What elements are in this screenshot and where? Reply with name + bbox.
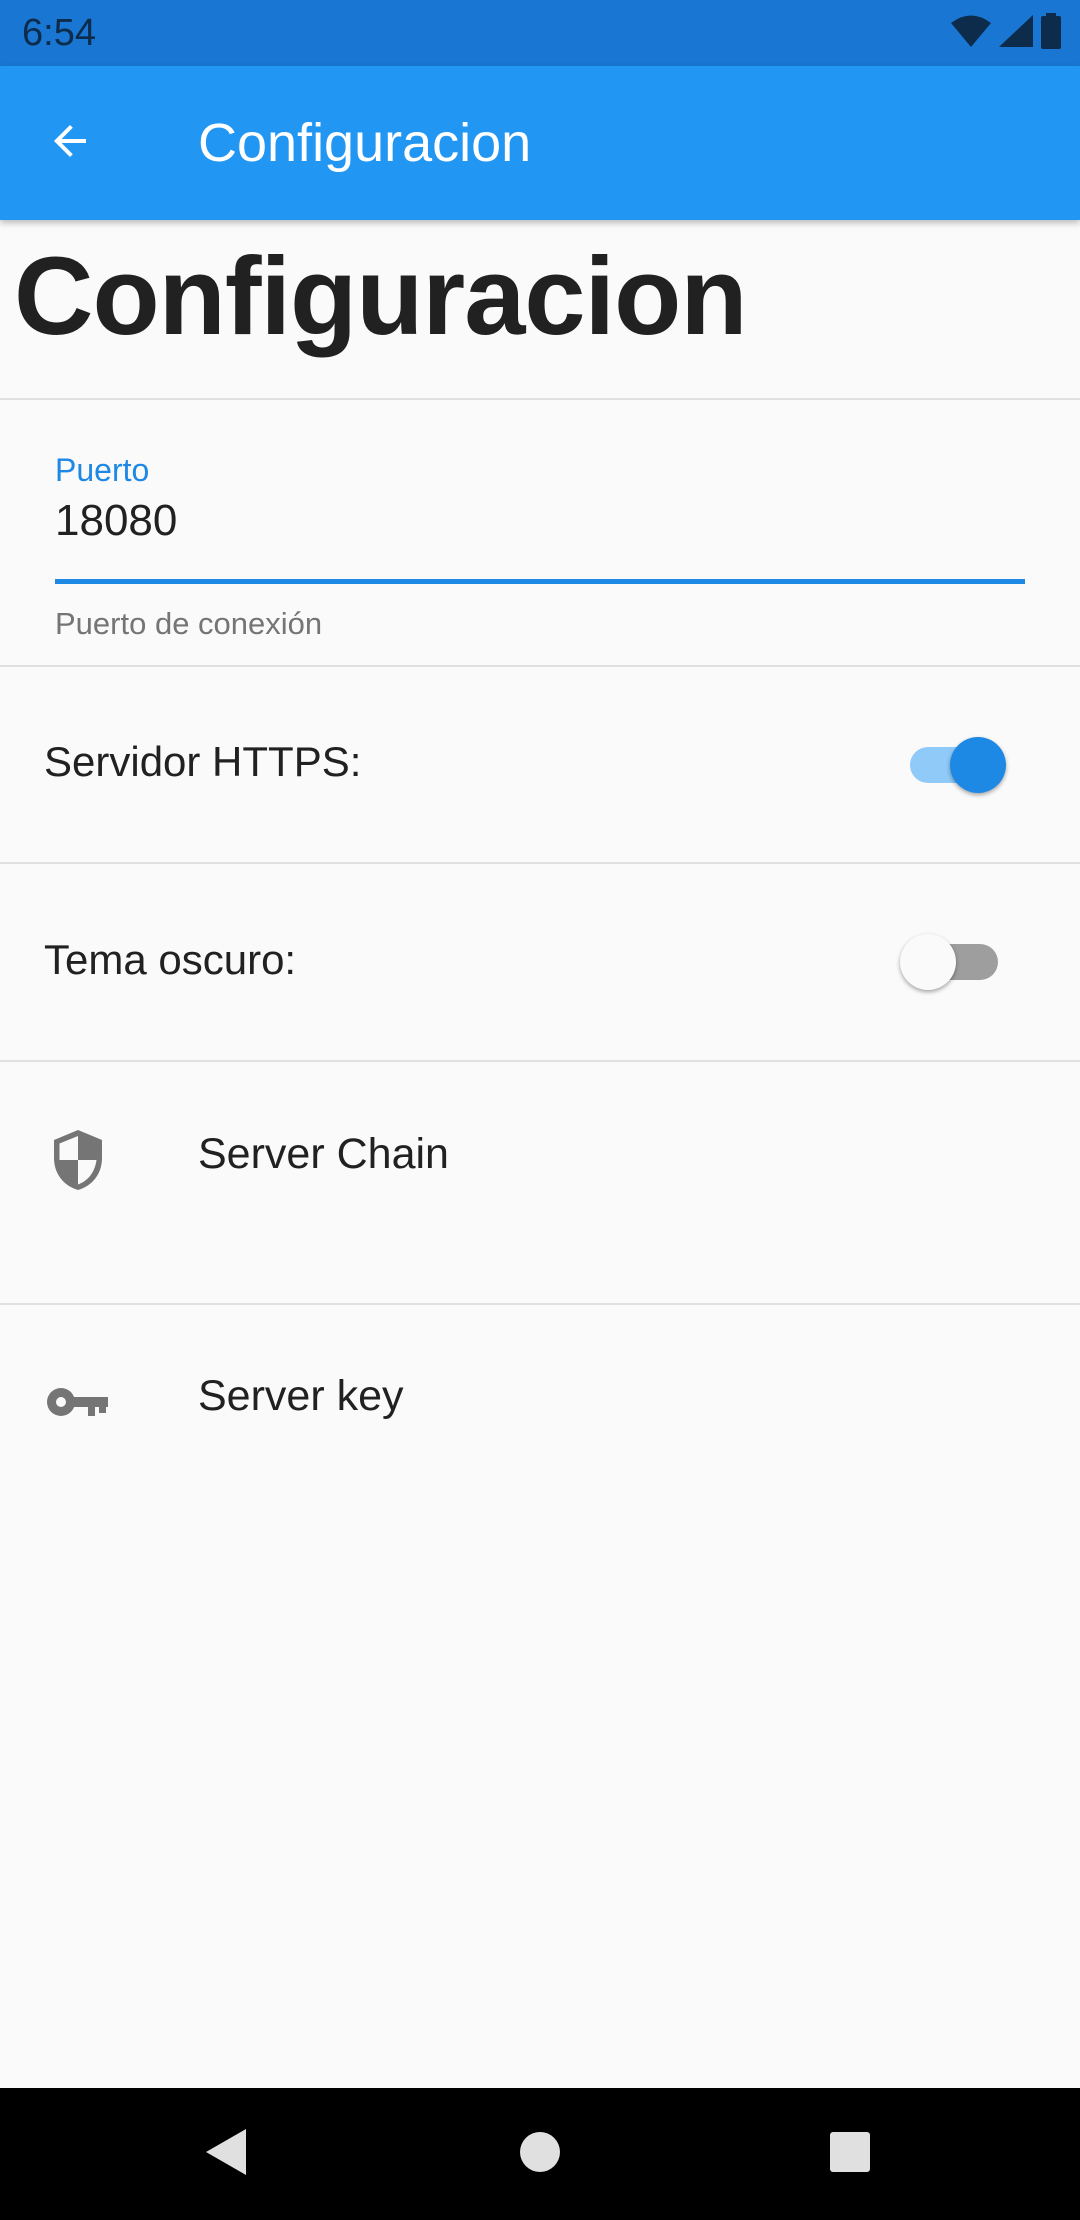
https-switch[interactable]: [904, 735, 1008, 795]
nav-back-button[interactable]: [190, 2118, 262, 2190]
back-triangle-icon: [204, 2127, 248, 2182]
https-setting-label: Servidor HTTPS:: [44, 738, 362, 785]
https-switch-thumb: [950, 737, 1006, 793]
port-field-underline: [55, 579, 1025, 584]
list-item-label: Server Chain: [198, 1130, 449, 1178]
nav-recents-button[interactable]: [814, 2118, 886, 2190]
divider: [0, 1303, 1080, 1305]
divider: [0, 398, 1080, 400]
page-heading: Configuracion: [14, 235, 748, 358]
app-bar: Configuracion: [0, 66, 1080, 220]
divider: [0, 665, 1080, 667]
divider: [0, 862, 1080, 864]
shield-icon: [38, 1120, 118, 1200]
wifi-icon: [950, 14, 992, 53]
divider: [0, 1060, 1080, 1062]
arrow-back-icon: [46, 117, 94, 170]
status-time: 6:54: [22, 12, 96, 54]
port-field-input[interactable]: 18080: [55, 496, 177, 546]
signal-icon: [998, 14, 1034, 53]
recents-square-icon: [829, 2131, 871, 2178]
status-bar: 6:54: [0, 0, 1080, 66]
navigation-bar: [0, 2088, 1080, 2220]
battery-icon: [1040, 12, 1062, 54]
back-button[interactable]: [34, 107, 106, 179]
status-icons: [950, 12, 1062, 54]
dark-theme-switch-thumb: [900, 934, 956, 990]
dark-theme-switch[interactable]: [900, 932, 1004, 992]
home-circle-icon: [518, 2130, 562, 2179]
port-field-helper: Puerto de conexión: [55, 606, 323, 641]
dark-theme-setting-label: Tema oscuro:: [44, 936, 297, 983]
nav-home-button[interactable]: [504, 2118, 576, 2190]
app-bar-title: Configuracion: [198, 113, 532, 173]
key-icon: [38, 1362, 118, 1442]
port-field-label: Puerto: [55, 452, 150, 488]
list-item-label: Server key: [198, 1372, 404, 1420]
